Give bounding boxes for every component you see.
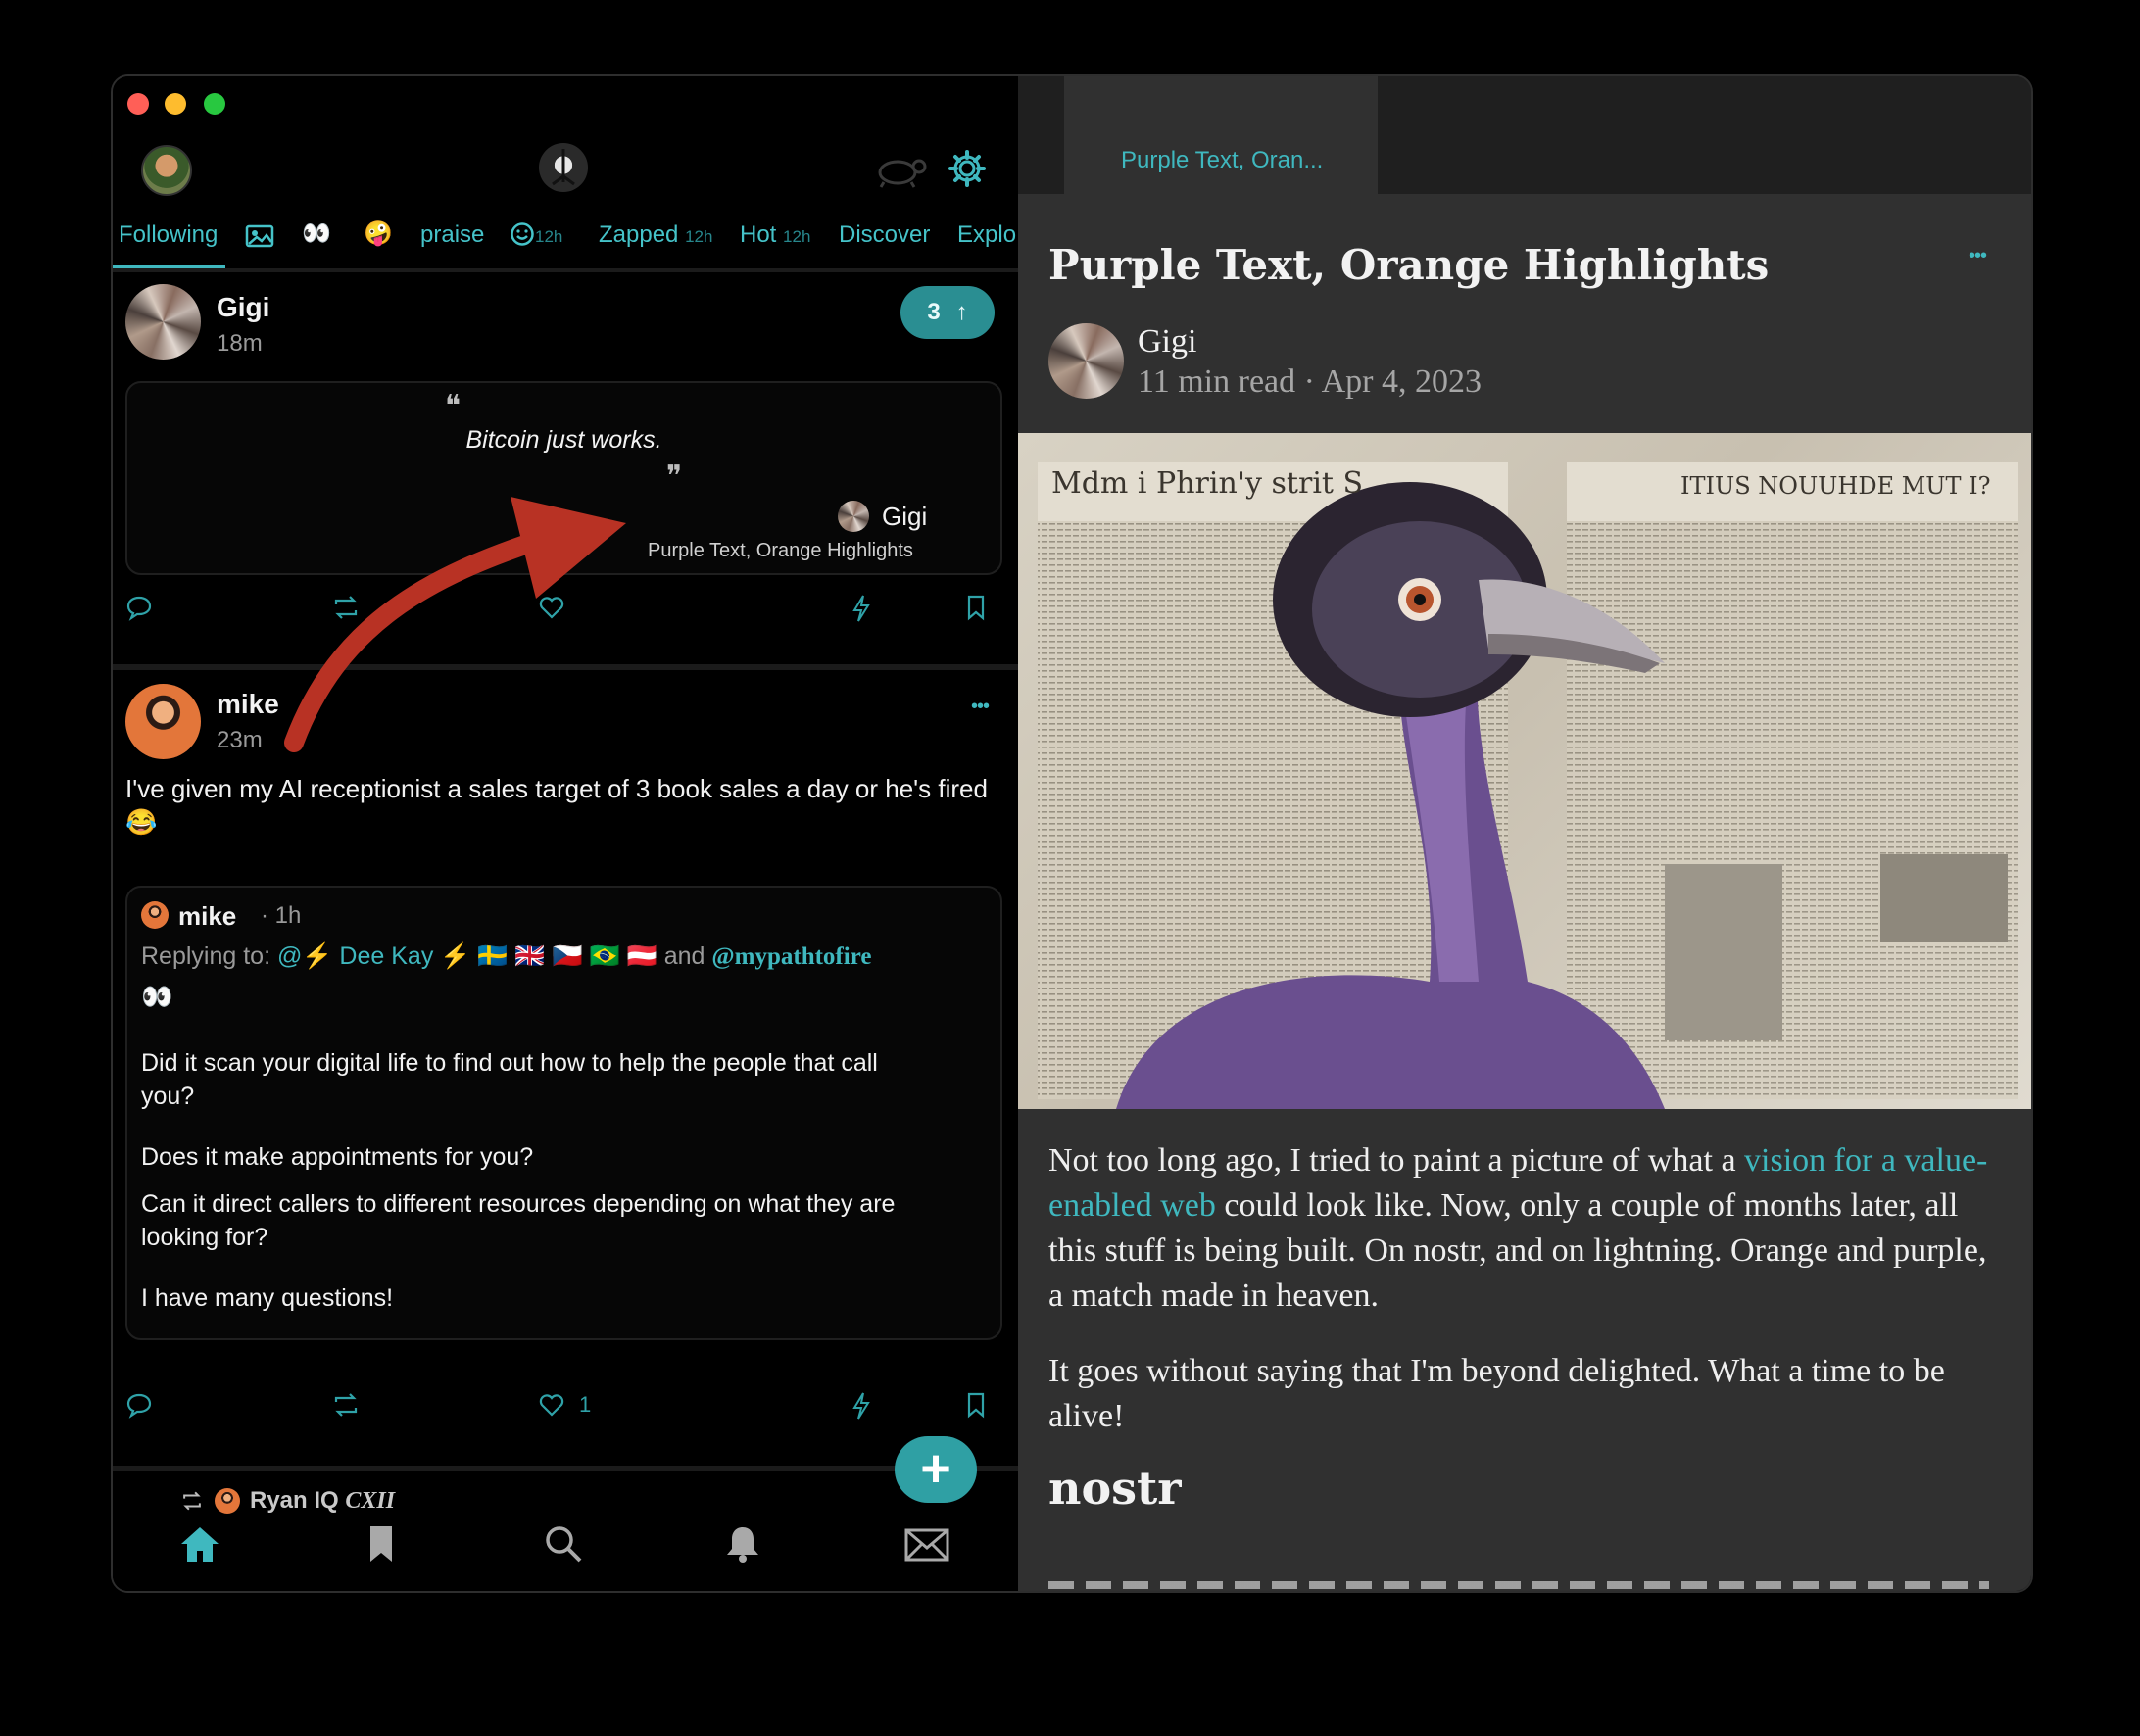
post2-reply-icon[interactable] xyxy=(125,1391,153,1419)
post1-highlight-box[interactable]: ❝ Bitcoin just works. ❞ Gigi Purple Text… xyxy=(125,381,1002,575)
hero-headline-right: ITIUS NOUUHDE MUT I? xyxy=(1680,472,1991,500)
messages-mail-icon[interactable] xyxy=(904,1528,949,1562)
post1-reply-icon[interactable] xyxy=(125,594,153,621)
arrow-up-icon: ↑ xyxy=(955,299,968,325)
article-author-name[interactable]: Gigi xyxy=(1138,323,1196,361)
bookmarks-icon[interactable] xyxy=(367,1524,395,1564)
notifications-bell-icon[interactable] xyxy=(724,1524,761,1564)
post2-zap-icon[interactable] xyxy=(851,1391,872,1421)
quoted-author-avatar xyxy=(141,901,169,929)
tab-praise[interactable]: praise xyxy=(420,221,484,249)
tab-zapped[interactable]: Zapped 12h xyxy=(599,221,712,249)
repost-avatar xyxy=(215,1488,240,1514)
article-tab-label: Purple Text, Oran... xyxy=(1121,147,1324,173)
tab-zany-emoji[interactable]: 🤪 xyxy=(364,219,393,248)
article-paragraph-1: Not too long ago, I tried to paint a pic… xyxy=(1048,1142,1988,1314)
tab-explore[interactable]: Explo xyxy=(957,221,1016,249)
repost-small-icon xyxy=(183,1491,201,1511)
post2-author-name[interactable]: mike xyxy=(217,689,279,720)
article-heading-nostr: nostr xyxy=(1048,1462,1182,1515)
post2-like-count: 1 xyxy=(579,1392,592,1417)
quoted-author-name[interactable]: mike xyxy=(178,901,236,932)
post1-timestamp: 18m xyxy=(217,330,263,357)
quoted-eyes-emoji: 👀 xyxy=(141,982,173,1011)
post1-author-name[interactable]: Gigi xyxy=(217,292,269,323)
post1-bookmark-icon[interactable] xyxy=(965,594,987,621)
repost-name[interactable]: Ryan IQ CXII xyxy=(250,1487,395,1515)
post1-like-icon[interactable] xyxy=(538,594,565,621)
post1-divider xyxy=(113,664,1018,670)
article-pane: Purple Text, Oran... Purple Text, Orange… xyxy=(1018,76,2031,1591)
highlight-author-avatar xyxy=(838,501,869,532)
tab-discover[interactable]: Discover xyxy=(839,221,930,249)
quoted-reply-box[interactable]: mike · 1h Replying to: @⚡ Dee Kay ⚡ 🇸🇪 🇬… xyxy=(125,886,1002,1340)
article-paragraph-2: It goes without saying that I'm beyond d… xyxy=(1048,1353,1945,1434)
ostrich-newspaper-illustration xyxy=(1038,462,2018,1109)
close-button[interactable] xyxy=(127,93,149,115)
post1-author-avatar[interactable] xyxy=(125,284,201,360)
tab-smiley[interactable]: 12h xyxy=(510,221,562,249)
bottom-nav xyxy=(113,1517,1018,1591)
home-icon[interactable] xyxy=(179,1524,220,1564)
smiley-icon xyxy=(511,222,534,246)
quoted-paragraph-2: Does it make appointments for you? xyxy=(141,1143,534,1171)
zoom-button[interactable] xyxy=(204,93,225,115)
timeline-pane: Following 👀 🤪 praise 12h Zapped 12h Hot … xyxy=(113,76,1018,1591)
tabs-divider xyxy=(113,268,1018,272)
article-next-line-peek xyxy=(1048,1581,1989,1589)
app-window: Following 👀 🤪 praise 12h Zapped 12h Hot … xyxy=(111,74,2033,1593)
settings-gear-icon[interactable] xyxy=(948,149,987,188)
post2-author-avatar[interactable] xyxy=(125,684,201,759)
article-tab[interactable]: Purple Text, Oran... xyxy=(1064,76,1378,194)
post2-like-icon[interactable]: 1 xyxy=(538,1391,591,1419)
highlight-text: Bitcoin just works. xyxy=(465,426,662,454)
new-notes-count: 3 xyxy=(927,299,941,325)
profile-avatar[interactable] xyxy=(141,145,192,196)
highlight-author-name[interactable]: Gigi xyxy=(882,502,927,532)
article-meta: 11 min read · Apr 4, 2023 xyxy=(1138,363,1482,400)
hero-headline-left: Mdm i Phrin'y strit S xyxy=(1051,466,1364,501)
search-icon[interactable] xyxy=(544,1524,583,1564)
post2-repost-icon[interactable] xyxy=(331,1391,361,1419)
mention-mypathtofire[interactable]: @mypathtofire xyxy=(711,943,871,970)
post1-zap-icon[interactable] xyxy=(851,594,872,623)
relay-status-icon[interactable] xyxy=(874,153,931,188)
article-author-avatar[interactable] xyxy=(1048,323,1124,399)
compose-fab[interactable]: + xyxy=(895,1436,977,1503)
tab-eyes-emoji[interactable]: 👀 xyxy=(302,219,331,248)
open-quote-icon: ❝ xyxy=(445,390,462,422)
repost-indicator: Ryan IQ CXII xyxy=(179,1487,395,1515)
replying-to-line: Replying to: @⚡ Dee Kay ⚡ 🇸🇪 🇬🇧 🇨🇿 🇧🇷 🇦🇹… xyxy=(141,942,872,970)
highlight-source-title[interactable]: Purple Text, Orange Highlights xyxy=(648,540,913,562)
article-title: Purple Text, Orange Highlights xyxy=(1048,241,1770,289)
quoted-paragraph-3: Can it direct callers to different resou… xyxy=(141,1190,896,1251)
minimize-button[interactable] xyxy=(165,93,186,115)
post2-text: I've given my AI receptionist a sales ta… xyxy=(125,774,988,837)
tab-images-icon[interactable] xyxy=(245,223,274,249)
quoted-paragraph-4: I have many questions! xyxy=(141,1284,394,1312)
article-more-icon[interactable]: ••• xyxy=(1969,245,1987,267)
article-hero-image: Mdm i Phrin'y strit S ITIUS NOUUHDE MUT … xyxy=(1018,433,2031,1109)
tab-following[interactable]: Following xyxy=(119,221,218,249)
post2-bookmark-icon[interactable] xyxy=(965,1391,987,1419)
quoted-timestamp: · 1h xyxy=(261,902,302,929)
tab-hot[interactable]: Hot 12h xyxy=(740,221,810,249)
new-notes-pill[interactable]: 3 ↑ xyxy=(900,286,995,339)
quoted-paragraph-1: Did it scan your digital life to find ou… xyxy=(141,1049,878,1110)
close-quote-icon: ❞ xyxy=(666,460,683,493)
post2-timestamp: 23m xyxy=(217,727,263,753)
post2-divider xyxy=(113,1466,1018,1471)
post2-more-icon[interactable]: ••• xyxy=(971,696,990,718)
mention-dee-kay[interactable]: @⚡ Dee Kay ⚡ 🇸🇪 🇬🇧 🇨🇿 🇧🇷 🇦🇹 xyxy=(277,942,657,970)
post1-repost-icon[interactable] xyxy=(331,594,361,621)
app-logo-icon[interactable] xyxy=(539,143,588,192)
